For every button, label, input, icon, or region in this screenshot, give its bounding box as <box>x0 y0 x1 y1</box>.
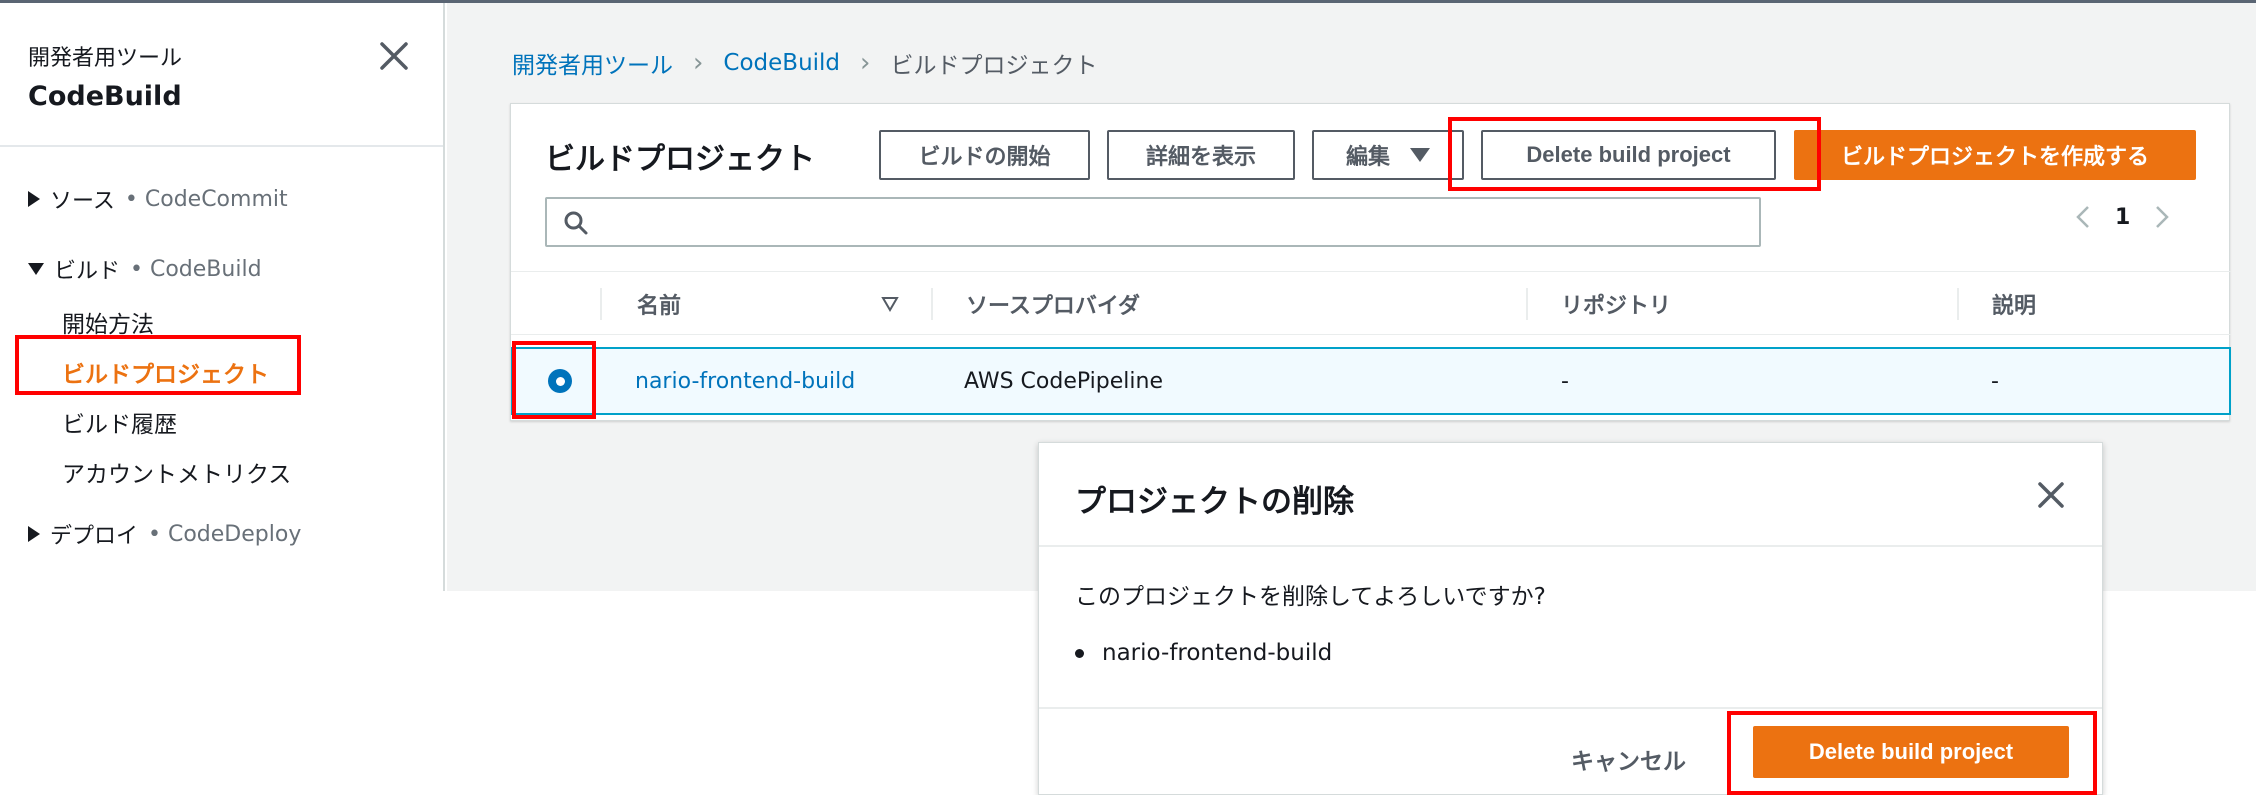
edit-dropdown-button[interactable]: 編集 <box>1312 130 1464 180</box>
section-label: デプロイ <box>50 524 139 549</box>
modal-title: プロジェクトの削除 <box>1075 484 1354 520</box>
modal-header: プロジェクトの削除 <box>1039 443 2102 547</box>
column-description[interactable]: 説明 <box>1992 272 2036 336</box>
view-details-button[interactable]: 詳細を表示 <box>1107 130 1295 180</box>
confirm-delete-button[interactable]: Delete build project <box>1753 726 2069 778</box>
table-row[interactable]: nario-frontend-build AWS CodePipeline - … <box>511 347 2231 415</box>
sort-down-icon[interactable] <box>881 296 899 312</box>
column-divider <box>600 288 602 320</box>
sidebar-item-build-projects[interactable]: ビルドプロジェクト <box>62 355 269 389</box>
caret-down-icon <box>1410 148 1430 162</box>
sidebar-item-getting-started[interactable]: 開始方法 <box>62 305 154 339</box>
source-provider-cell: AWS CodePipeline <box>964 368 1163 394</box>
section-label: ソース <box>50 189 115 214</box>
cancel-button[interactable]: キャンセル <box>1571 737 1686 781</box>
project-name-link[interactable]: nario-frontend-build <box>635 349 855 413</box>
sidebar-title: CodeBuild <box>28 81 182 112</box>
panel-title: ビルドプロジェクト <box>545 142 815 177</box>
sidebar-item-build-history[interactable]: ビルド履歴 <box>62 405 177 439</box>
chevron-left-icon[interactable] <box>2075 204 2091 230</box>
section-service: • CodeBuild <box>130 256 262 282</box>
edit-dropdown-label: 編集 <box>1345 144 1390 169</box>
modal-question: このプロジェクトを削除してよろしいですか? <box>1075 584 1546 610</box>
build-projects-panel: ビルドプロジェクト ビルドの開始 詳細を表示 編集 Delete build p… <box>510 103 2231 421</box>
sidebar: 開発者用ツール CodeBuild ソース • CodeCommit ビルド •… <box>0 3 445 591</box>
pagination: 1 <box>2075 204 2170 230</box>
breadcrumb-developer-tools[interactable]: 開発者用ツール <box>512 46 673 80</box>
search-icon <box>564 211 588 235</box>
column-divider <box>931 288 933 320</box>
section-label: ビルド <box>54 259 121 284</box>
modal-footer-divider <box>1039 707 2102 709</box>
delete-build-project-button[interactable]: Delete build project <box>1481 130 1776 180</box>
chevron-right-icon: › <box>693 48 704 78</box>
sidebar-section-source[interactable]: ソース • CodeCommit <box>28 183 288 215</box>
sidebar-section-build[interactable]: ビルド • CodeBuild <box>28 253 262 285</box>
expand-right-icon <box>28 526 40 542</box>
section-service: • CodeDeploy <box>148 521 302 547</box>
description-cell: - <box>1991 368 1999 394</box>
close-icon[interactable] <box>377 39 411 73</box>
close-icon[interactable] <box>2035 479 2067 511</box>
chevron-right-icon[interactable] <box>2154 204 2170 230</box>
sidebar-subtitle: 開発者用ツール <box>28 46 183 71</box>
row-radio-selected[interactable] <box>548 369 572 393</box>
expand-down-icon <box>28 263 44 275</box>
repository-cell: - <box>1561 368 1569 394</box>
start-build-button[interactable]: ビルドの開始 <box>879 130 1090 180</box>
page-number[interactable]: 1 <box>2115 205 2130 230</box>
column-source-provider[interactable]: ソースプロバイダ <box>966 272 1140 336</box>
bullet-icon <box>1075 648 1084 658</box>
breadcrumb-current: ビルドプロジェクト <box>890 53 1098 79</box>
delete-project-modal: プロジェクトの削除 このプロジェクトを削除してよろしいですか? nario-fr… <box>1038 442 2103 795</box>
column-name[interactable]: 名前 <box>637 272 681 336</box>
breadcrumb: 開発者用ツール › CodeBuild › ビルドプロジェクト <box>512 46 1097 80</box>
create-build-project-button[interactable]: ビルドプロジェクトを作成する <box>1794 130 2196 180</box>
modal-list-item: nario-frontend-build <box>1075 640 1332 666</box>
column-repository[interactable]: リポジトリ <box>1561 272 1671 336</box>
section-service: • CodeCommit <box>124 186 288 212</box>
search-input[interactable] <box>545 197 1761 247</box>
column-divider <box>1957 288 1959 320</box>
table-header: 名前 ソースプロバイダ リポジトリ 説明 <box>511 271 2231 335</box>
modal-project-name: nario-frontend-build <box>1102 640 1333 666</box>
column-divider <box>1526 288 1528 320</box>
sidebar-section-deploy[interactable]: デプロイ • CodeDeploy <box>28 518 301 550</box>
sidebar-item-account-metrics[interactable]: アカウントメトリクス <box>62 455 291 489</box>
sidebar-divider <box>0 145 443 147</box>
expand-right-icon <box>28 191 40 207</box>
breadcrumb-codebuild[interactable]: CodeBuild <box>723 50 840 76</box>
chevron-right-icon: › <box>860 48 871 78</box>
